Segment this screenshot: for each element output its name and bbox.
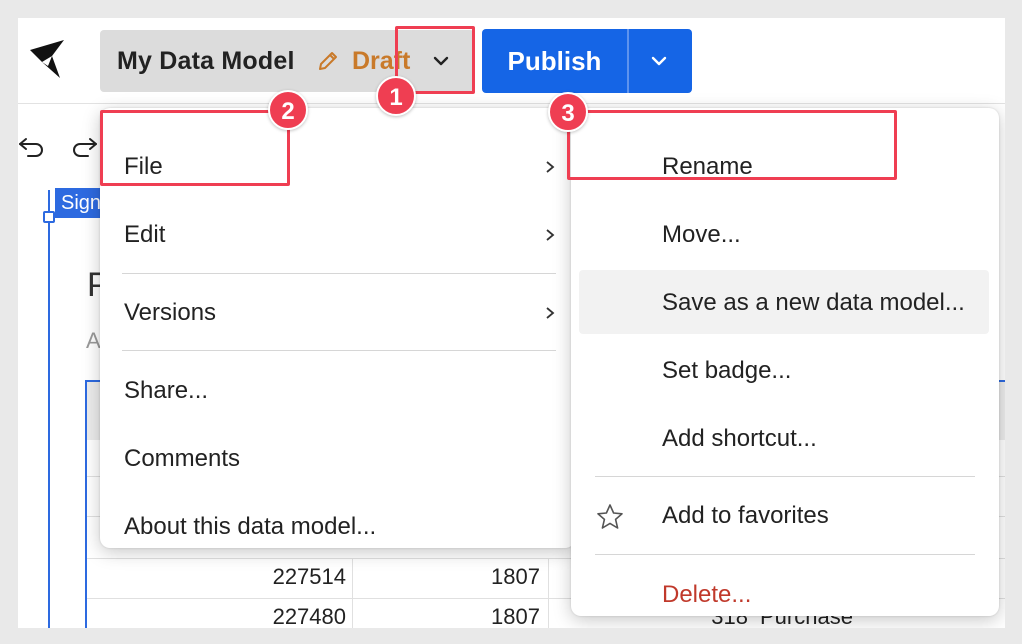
menu-item-delete[interactable]: Delete... [571, 564, 999, 626]
menu-item-add-shortcut[interactable]: Add shortcut... [571, 408, 999, 470]
top-header: My Data Model Draft Publish [18, 18, 1005, 104]
menu-separator [595, 554, 975, 555]
publish-label[interactable]: Publish [482, 29, 627, 93]
app-logo-icon[interactable] [28, 38, 66, 80]
data-model-title[interactable]: My Data Model [117, 47, 295, 76]
app-frame: My Data Model Draft Publish Sign P A 227… [18, 18, 1005, 628]
element-subtitle: A [86, 328, 101, 353]
menu-item-move[interactable]: Move... [571, 204, 999, 266]
selection-line [48, 190, 50, 628]
step-badge-3: 3 [548, 92, 588, 132]
step-badge-1: 1 [376, 76, 416, 116]
menu-item-save-as-new[interactable]: Save as a new data model... [571, 272, 999, 334]
chevron-right-icon [546, 307, 555, 319]
table-cell: 1807 [491, 604, 540, 628]
menu-separator [595, 476, 975, 477]
menu-item-share[interactable]: Share... [100, 360, 575, 422]
table-cell: 227514 [272, 564, 346, 589]
menu-separator [122, 273, 556, 274]
menu-item-about[interactable]: About this data model... [100, 496, 575, 558]
step-badge-2: 2 [268, 90, 308, 130]
star-icon [597, 504, 623, 529]
table-cell: 1807 [491, 564, 540, 589]
chevron-right-icon [546, 229, 555, 241]
publish-divider [627, 29, 629, 93]
pencil-icon [319, 52, 337, 70]
redo-icon[interactable] [70, 135, 98, 157]
menu-item-comments[interactable]: Comments [100, 428, 575, 490]
callout-box-3 [567, 110, 897, 180]
table-cell: 227480 [272, 604, 346, 628]
menu-item-versions[interactable]: Versions [100, 282, 575, 344]
publish-options-chevron-icon[interactable] [648, 50, 670, 72]
chevron-right-icon [546, 161, 555, 173]
publish-button[interactable]: Publish [482, 29, 692, 93]
menu-item-set-badge[interactable]: Set badge... [571, 340, 999, 402]
menu-item-add-favorites[interactable]: Add to favorites [571, 485, 999, 547]
menu-item-edit[interactable]: Edit [100, 204, 575, 266]
undo-icon[interactable] [18, 135, 46, 157]
resize-handle[interactable] [43, 211, 55, 223]
callout-box-2 [100, 110, 290, 186]
table-col-divider [352, 558, 353, 628]
file-submenu: Rename Move... Save as a new data model.… [571, 108, 999, 616]
menu-separator [122, 350, 556, 351]
